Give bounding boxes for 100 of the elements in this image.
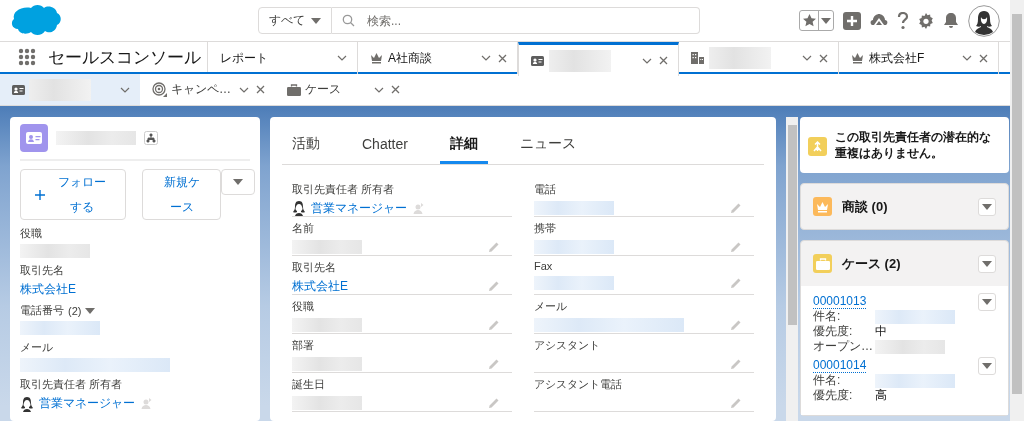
detail-tab[interactable]: 詳細 [439, 127, 488, 164]
person-silhouette-icon [20, 395, 34, 412]
field-label: 取引先名 [292, 260, 337, 275]
favorites-button[interactable] [799, 10, 834, 31]
field-label: アシスタント電話 [534, 377, 623, 392]
add-icon[interactable] [843, 11, 861, 30]
close-icon[interactable] [256, 85, 265, 94]
chevron-down-icon[interactable] [120, 86, 130, 93]
blurred-text-block [709, 47, 771, 69]
close-icon[interactable] [979, 53, 988, 63]
chevron-down-icon[interactable] [374, 86, 384, 93]
chevron-down-icon[interactable] [239, 86, 249, 93]
chevron-down-icon[interactable] [337, 55, 347, 61]
field-label: 名前 [292, 221, 315, 236]
scope-dropdown[interactable]: すべて [258, 7, 332, 34]
avatar-silhouette-icon[interactable] [968, 4, 1000, 37]
tab[interactable]: ケース [275, 74, 410, 105]
related-list-title[interactable]: ケース (2) [842, 254, 901, 273]
help-icon[interactable] [897, 11, 909, 30]
detail-tab[interactable]: Chatter [352, 127, 418, 164]
follow-button[interactable]: フォローする [20, 169, 126, 220]
caret-down-icon[interactable] [85, 307, 96, 314]
field-label: 電話 [534, 182, 557, 197]
person-silhouette-icon [292, 200, 306, 216]
related-list-title[interactable]: 商談 (0) [842, 197, 888, 216]
related-list-menu-button[interactable] [978, 197, 996, 216]
plus-icon [35, 189, 45, 200]
caret-down-icon[interactable] [982, 260, 992, 267]
tab[interactable] [518, 42, 679, 76]
new-case-button[interactable]: 新規ケース [142, 169, 221, 220]
close-icon[interactable] [659, 56, 668, 65]
close-icon[interactable] [391, 85, 400, 94]
caret-down-icon[interactable] [821, 17, 831, 24]
blurred-text-block [292, 396, 362, 410]
tab-label: 株式会社F [869, 49, 925, 67]
field-value: 中 [875, 323, 887, 340]
detail-tab[interactable]: 活動 [282, 127, 330, 164]
star-icon [802, 14, 816, 27]
tab[interactable]: キャンペ… [140, 74, 275, 105]
field-label: 優先度: [813, 387, 854, 404]
contact-card-glyph [26, 132, 42, 144]
chevron-down-icon[interactable] [481, 55, 491, 61]
account-link[interactable]: 株式会社E [292, 277, 348, 295]
case-number-link[interactable]: 00001014 [813, 358, 867, 373]
blurred-text-block [549, 49, 611, 72]
tab[interactable] [0, 74, 140, 105]
chevron-down-icon[interactable] [802, 55, 812, 61]
merge-glyph [812, 141, 823, 152]
field-label: 役職 [20, 226, 42, 241]
cloud-logo [10, 3, 62, 38]
more-actions-button[interactable] [221, 169, 255, 195]
field-label: アシスタント [534, 338, 601, 353]
field-label: メール [534, 299, 568, 314]
app-name: セールスコンソール [48, 46, 201, 69]
contact-card-icon [531, 55, 544, 66]
scrollbar[interactable] [786, 117, 798, 421]
crown-icon [851, 52, 864, 64]
target-icon [152, 82, 167, 97]
account-link[interactable]: 株式会社E [20, 281, 250, 298]
caret-down-icon[interactable] [982, 298, 992, 305]
field-label: 誕生日 [292, 377, 326, 392]
field-label: Fax [534, 260, 554, 272]
page-scrollbar[interactable] [1010, 0, 1024, 421]
blurred-text-block [292, 240, 362, 254]
phone-count: (2) [68, 304, 82, 317]
field-label: 優先度: [813, 323, 854, 340]
settings-icon[interactable] [918, 12, 934, 29]
owner-link[interactable]: 営業マネージャー [39, 395, 135, 412]
contact-card-icon [12, 84, 25, 95]
app-launcher-icon[interactable] [18, 48, 36, 66]
blurred-text-block [292, 318, 362, 332]
tab-label: レポート [220, 49, 268, 67]
tab-label: A社商談 [388, 49, 432, 67]
caret-down-icon[interactable] [982, 203, 992, 210]
field-label: 携帯 [534, 221, 557, 236]
field-label: 件名: [813, 372, 842, 389]
caret-down-icon[interactable] [233, 179, 243, 185]
owner-link[interactable]: 営業マネージャー [311, 199, 407, 217]
close-icon[interactable] [819, 53, 828, 63]
hierarchy-icon[interactable] [144, 131, 158, 145]
chevron-down-icon[interactable] [962, 55, 972, 61]
field-label: 取引先責任者 所有者 [292, 182, 396, 197]
detail-tab[interactable]: ニュース [509, 127, 586, 164]
field-label: オープン… [813, 338, 874, 355]
close-icon[interactable] [498, 53, 507, 63]
blurred-text-block [20, 244, 90, 258]
tab-label: ケース [305, 81, 341, 98]
related-list-menu-button[interactable] [978, 254, 996, 273]
notification-bell-icon[interactable] [943, 12, 959, 29]
case-number-link[interactable]: 00001013 [813, 294, 867, 309]
caret-down-icon[interactable] [982, 362, 992, 369]
blurred-text-block [875, 339, 945, 354]
caret-down-icon[interactable] [311, 17, 321, 24]
case-menu-button[interactable] [978, 292, 996, 311]
search-field[interactable]: 検索... [332, 7, 700, 34]
chevron-down-icon[interactable] [642, 57, 652, 64]
field-label: 取引先名 [20, 263, 64, 278]
search-icon [342, 14, 355, 27]
case-menu-button[interactable] [978, 356, 996, 375]
field-label: 取引先責任者 所有者 [20, 377, 123, 392]
